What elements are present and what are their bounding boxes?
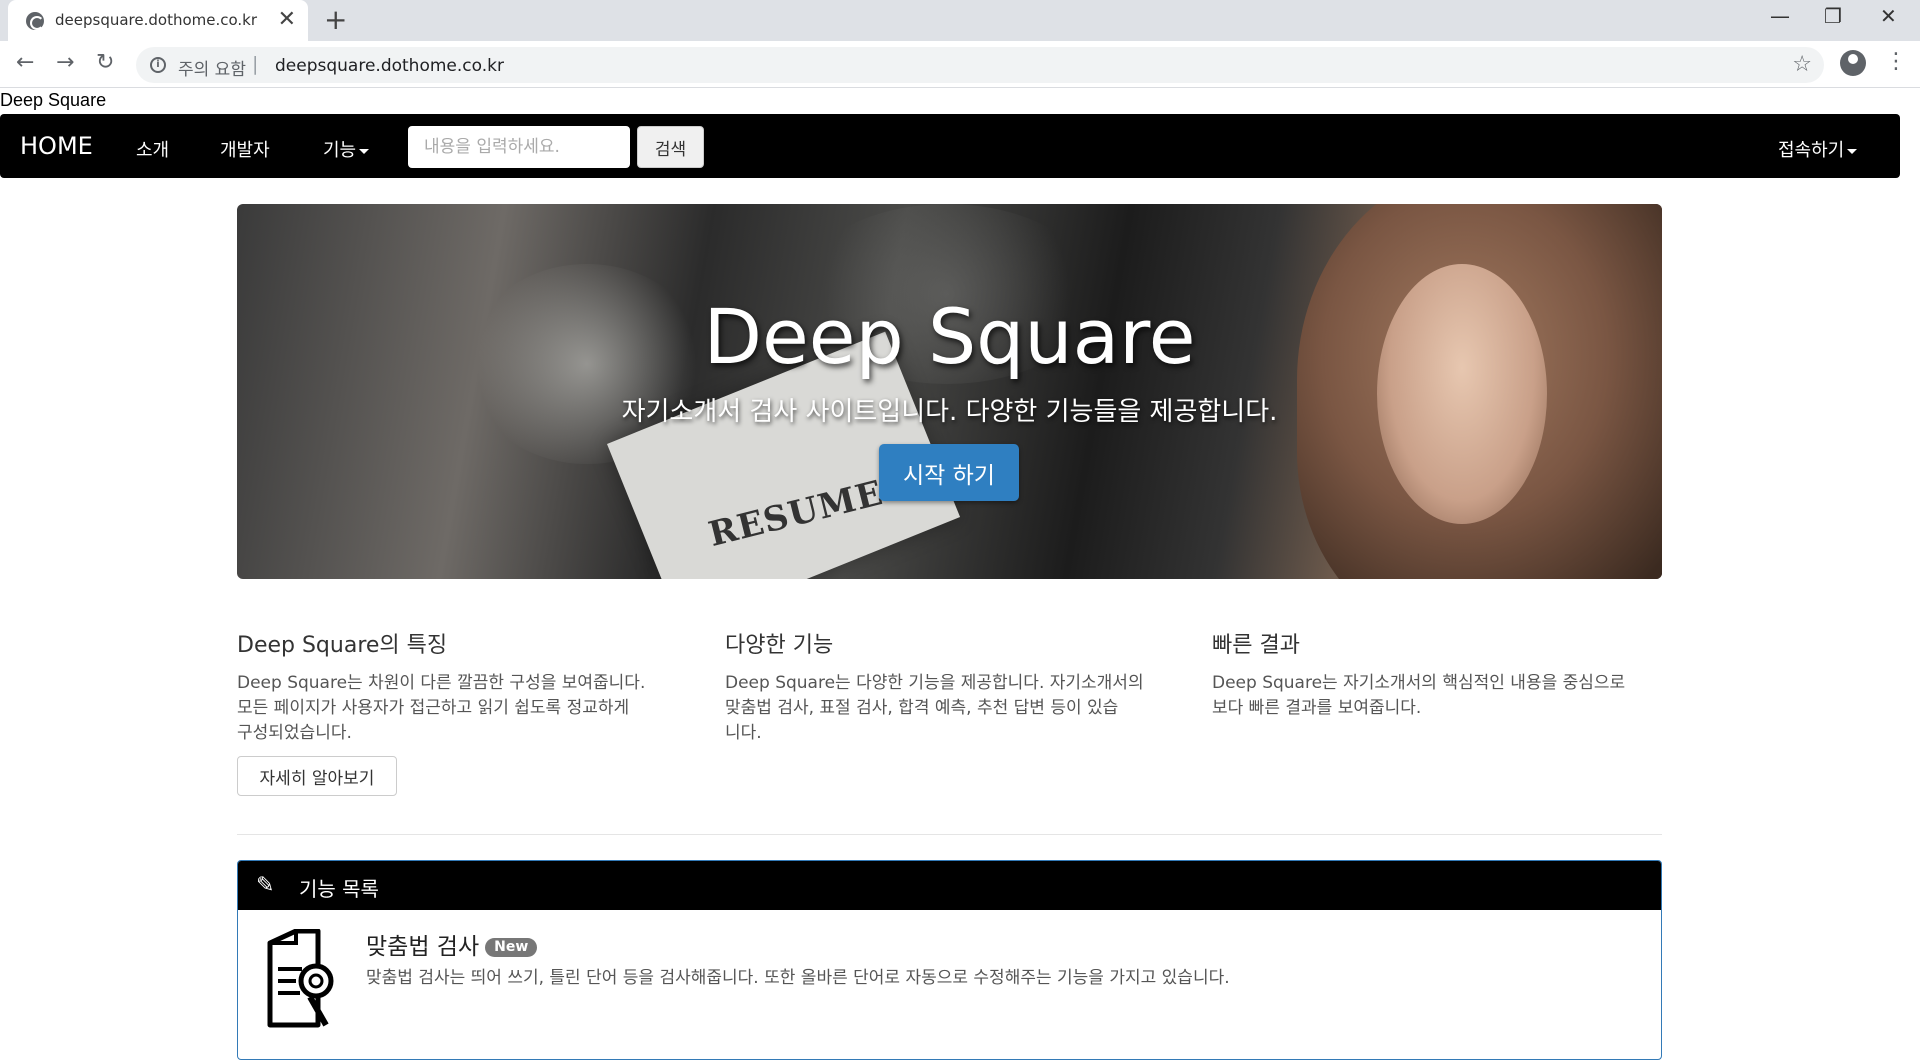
nav-dropdown-connect-label: 접속하기: [1778, 140, 1845, 161]
feature-column-characteristics: Deep Square의 특징 Deep Square는 차원이 다른 깔끔한 …: [237, 627, 687, 746]
feature-text: Deep Square는 자기소개서의 핵심적인 내용을 중심으로 보다 빠른 …: [1212, 671, 1662, 721]
browser-tab[interactable]: deepsquare.dothome.co.kr ✕: [8, 0, 308, 41]
feature-line: 맞춤법 검사, 표절 검사, 합격 예측, 추천 답변 등이 있습: [725, 698, 1119, 718]
caret-down-icon: [1847, 148, 1858, 154]
feature-column-functions: 다양한 기능 Deep Square는 다양한 기능을 제공합니다. 자기소개서…: [725, 627, 1175, 746]
search-button[interactable]: 검색: [637, 126, 704, 168]
pencil-icon: ✎: [256, 873, 275, 898]
feature-item-description: 맞춤법 검사는 띄어 쓰기, 틀린 단어 등을 검사해줍니다. 또한 올바른 단…: [366, 968, 1230, 988]
site-top-text: Deep Square: [0, 90, 107, 110]
hero-subtitle: 자기소개서 검사 사이트입니다. 다양한 기능들을 제공합니다.: [621, 397, 1278, 427]
caret-down-icon: [359, 148, 370, 154]
feature-text: Deep Square는 차원이 다른 깔끔한 구성을 보여줍니다. 모든 페이…: [237, 671, 687, 746]
tab-close-icon[interactable]: ✕: [278, 8, 296, 32]
feature-line: 보다 빠른 결과를 보여줍니다.: [1212, 698, 1422, 718]
profile-avatar-icon[interactable]: [1840, 50, 1866, 76]
feature-line: Deep Square는 차원이 다른 깔끔한 구성을 보여줍니다.: [237, 673, 646, 693]
panel-header: ✎ 기능 목록: [238, 861, 1661, 910]
address-bar: ← → ↻ i 주의 요함 | deepsquare.dothome.co.kr…: [0, 41, 1920, 88]
feature-list-panel: ✎ 기능 목록 맞춤법 검사 New 맞춤법 검사는 띄어 쓰기, 틀린 단어 등…: [237, 860, 1662, 1060]
new-badge: New: [485, 938, 538, 957]
feature-line: Deep Square는 다양한 기능을 제공합니다. 자기소개서의: [725, 673, 1144, 693]
feature-column-fast-results: 빠른 결과 Deep Square는 자기소개서의 핵심적인 내용을 중심으로 …: [1212, 627, 1662, 721]
feature-line: 모든 페이지가 사용자가 접근하고 읽기 쉽도록 정교하게: [237, 698, 630, 718]
feature-line: 니다.: [725, 723, 762, 743]
page-right-edge: [1900, 114, 1920, 1030]
feature-title: 빠른 결과: [1212, 633, 1300, 658]
url-text[interactable]: deepsquare.dothome.co.kr: [275, 56, 504, 76]
minimize-button[interactable]: —: [1770, 4, 1790, 28]
url-separator: |: [252, 53, 259, 75]
feature-title: Deep Square의 특징: [237, 633, 448, 658]
feature-item-title-text: 맞춤법 검사: [366, 934, 480, 960]
document-search-icon: [267, 929, 334, 1028]
nav-link-about[interactable]: 소개: [136, 136, 169, 162]
learn-more-button[interactable]: 자세히 알아보기: [237, 756, 397, 796]
nav-dropdown-features-label: 기능: [323, 140, 357, 161]
forward-button[interactable]: →: [56, 51, 74, 75]
browser-tabstrip: deepsquare.dothome.co.kr ✕ + — ❐ ✕: [0, 0, 1920, 41]
nav-home-brand[interactable]: HOME: [20, 132, 93, 160]
browser-menu-icon[interactable]: ⋮: [1885, 47, 1907, 77]
nav-dropdown-connect[interactable]: 접속하기: [1778, 136, 1858, 162]
feature-line: 구성되었습니다.: [237, 723, 352, 743]
restore-button[interactable]: ❐: [1824, 4, 1842, 28]
search-input[interactable]: [408, 126, 630, 168]
feature-item-title[interactable]: 맞춤법 검사 New: [366, 927, 538, 961]
new-tab-button[interactable]: +: [324, 6, 347, 34]
feature-text: Deep Square는 다양한 기능을 제공합니다. 자기소개서의 맞춤법 검…: [725, 671, 1175, 746]
main-navbar: HOME 소개 개발자 기능 검색 접속하기: [0, 114, 1900, 178]
info-icon[interactable]: i: [150, 57, 166, 73]
globe-icon: [26, 12, 44, 30]
hero-banner: RESUME Deep Square 자기소개서 검사 사이트입니다. 다양한 …: [237, 204, 1662, 579]
feature-line: Deep Square는 자기소개서의 핵심적인 내용을 중심으로: [1212, 673, 1626, 693]
nav-dropdown-features[interactable]: 기능: [323, 136, 370, 162]
nav-link-developers[interactable]: 개발자: [220, 136, 270, 162]
panel-title: 기능 목록: [299, 877, 379, 901]
section-divider: [237, 834, 1662, 835]
hero-title: Deep Square: [703, 292, 1196, 381]
back-button[interactable]: ←: [16, 51, 34, 75]
tab-title: deepsquare.dothome.co.kr: [55, 11, 258, 29]
start-button[interactable]: 시작 하기: [879, 444, 1019, 501]
bookmark-star-icon[interactable]: ☆: [1792, 52, 1812, 77]
omnibox[interactable]: i 주의 요함 | deepsquare.dothome.co.kr ☆: [136, 47, 1824, 83]
security-warning[interactable]: 주의 요함: [178, 55, 246, 80]
window-close-button[interactable]: ✕: [1880, 4, 1897, 28]
feature-title: 다양한 기능: [725, 633, 834, 658]
reload-button[interactable]: ↻: [96, 51, 114, 75]
